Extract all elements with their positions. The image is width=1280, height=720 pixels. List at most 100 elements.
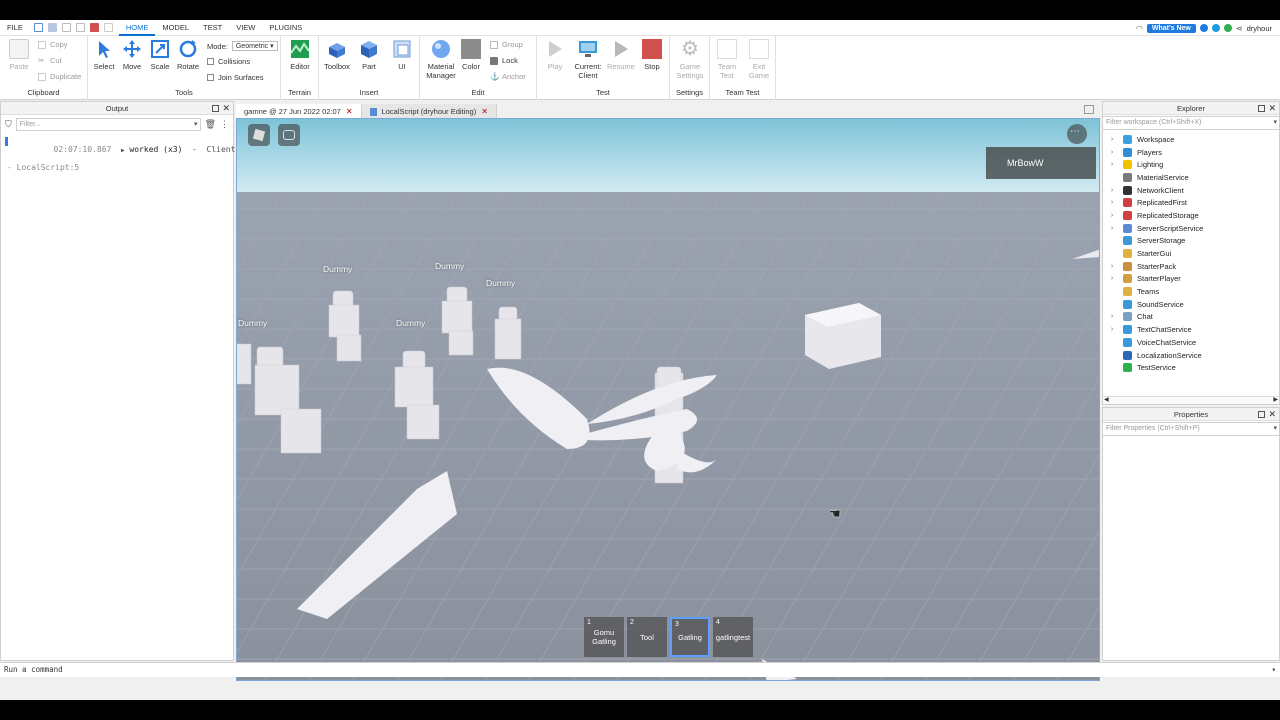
explorer-filter-input[interactable]: Filter workspace (Ctrl+Shift+X) ▾ bbox=[1103, 116, 1279, 130]
hotbar-slot-4[interactable]: 4 gatlingtest bbox=[713, 617, 753, 657]
expand-chevron-icon[interactable]: › bbox=[1107, 149, 1117, 156]
expand-chevron-icon[interactable]: › bbox=[1107, 326, 1117, 333]
expand-chevron-icon[interactable]: › bbox=[1107, 275, 1117, 282]
group-button[interactable]: Group bbox=[490, 40, 523, 49]
explorer-item-serverscriptservice[interactable]: › ServerScriptService bbox=[1103, 222, 1279, 235]
open-icon[interactable] bbox=[47, 23, 57, 32]
expand-chevron-icon[interactable]: › bbox=[1107, 263, 1117, 270]
rotate-button[interactable]: Rotate bbox=[173, 39, 203, 71]
lock-button[interactable]: Lock bbox=[490, 56, 518, 65]
close-tab-icon[interactable]: ✕ bbox=[481, 107, 488, 116]
explorer-item-voicechatservice[interactable]: VoiceChatService bbox=[1103, 336, 1279, 349]
move-button[interactable]: Move bbox=[117, 39, 147, 71]
explorer-item-lighting[interactable]: › Lighting bbox=[1103, 158, 1279, 171]
expand-chevron-icon[interactable]: › bbox=[1107, 212, 1117, 219]
output-filter-input[interactable]: Filter... ▾ bbox=[15, 118, 201, 131]
current-client-button[interactable]: Current: Client bbox=[571, 39, 605, 80]
more-menu-button[interactable]: ⋯ bbox=[1067, 124, 1087, 144]
properties-filter-input[interactable]: Filter Properties (Ctrl+Shift+P) ▾ bbox=[1103, 422, 1279, 436]
chat-button[interactable] bbox=[278, 124, 300, 146]
explorer-item-localizationservice[interactable]: LocalizationService bbox=[1103, 349, 1279, 362]
hotbar-slot-3[interactable]: 3 Gatling bbox=[670, 617, 710, 657]
exit-game-button[interactable]: Exit Game bbox=[744, 39, 774, 80]
copy-button[interactable]: Copy bbox=[38, 40, 68, 49]
trash-icon[interactable]: 🗑 bbox=[205, 119, 216, 130]
explorer-item-players[interactable]: › Players bbox=[1103, 146, 1279, 159]
scroll-left-icon[interactable]: ◀ bbox=[1104, 396, 1109, 403]
explorer-item-testservice[interactable]: TestService bbox=[1103, 361, 1279, 374]
whats-new-button[interactable]: What's New bbox=[1146, 23, 1196, 33]
hotbar-slot-1[interactable]: 1 Gomu Gatling bbox=[584, 617, 624, 657]
save-icon[interactable] bbox=[75, 23, 85, 32]
stop-square-icon[interactable] bbox=[89, 23, 99, 32]
explorer-item-replicatedfirst[interactable]: › ReplicatedFirst bbox=[1103, 196, 1279, 209]
resume-button[interactable]: Resume bbox=[606, 39, 636, 71]
explorer-item-chat[interactable]: › Chat bbox=[1103, 311, 1279, 324]
log-source[interactable]: - LocalScript:5 bbox=[1, 163, 233, 172]
explorer-item-textchatservice[interactable]: › TextChatService bbox=[1103, 323, 1279, 336]
maximize-viewport-icon[interactable] bbox=[1084, 105, 1094, 114]
close-tab-icon[interactable]: ✕ bbox=[346, 107, 353, 116]
status-icon[interactable] bbox=[1223, 24, 1232, 32]
expand-chevron-icon[interactable]: › bbox=[1107, 313, 1117, 320]
collisions-checkbox[interactable] bbox=[207, 58, 214, 65]
cloud-icon[interactable]: ◠ bbox=[1136, 24, 1143, 33]
explorer-item-soundservice[interactable]: SoundService bbox=[1103, 298, 1279, 311]
filter-icon[interactable]: ⛉ bbox=[5, 119, 12, 130]
tab-place[interactable]: gamne @ 27 Jun 2022 02:07 ✕ bbox=[236, 104, 362, 119]
expand-chevron-icon[interactable]: › bbox=[1107, 187, 1117, 194]
close-icon[interactable]: ✕ bbox=[1268, 408, 1276, 421]
paste-button[interactable]: Paste bbox=[4, 39, 34, 71]
duplicate-button[interactable]: Duplicate bbox=[38, 72, 81, 81]
join-surfaces-checkbox[interactable] bbox=[207, 74, 214, 81]
explorer-item-startergui[interactable]: StarterGui bbox=[1103, 247, 1279, 260]
undo-icon[interactable] bbox=[103, 23, 113, 32]
share-icon[interactable]: ⋖ bbox=[1236, 24, 1243, 33]
mode-select[interactable]: Geometric ▾ bbox=[231, 41, 278, 51]
file-menu[interactable]: FILE bbox=[0, 20, 30, 36]
hotbar-slot-2[interactable]: 2 Tool bbox=[627, 617, 667, 657]
undock-icon[interactable] bbox=[1258, 411, 1265, 418]
terrain-editor-button[interactable]: Editor bbox=[285, 39, 315, 71]
undock-icon[interactable] bbox=[212, 105, 219, 112]
expand-chevron-icon[interactable]: › bbox=[1107, 199, 1117, 206]
explorer-item-replicatedstorage[interactable]: › ReplicatedStorage bbox=[1103, 209, 1279, 222]
log-entry[interactable]: 02:07:10.867 ▶ worked (x3) - Client bbox=[1, 136, 236, 163]
explorer-item-materialservice[interactable]: MaterialService bbox=[1103, 171, 1279, 184]
explorer-item-teams[interactable]: Teams bbox=[1103, 285, 1279, 298]
player-list[interactable]: MrBowW bbox=[986, 147, 1096, 179]
color-button[interactable]: Color bbox=[456, 39, 486, 71]
stop-button[interactable]: Stop bbox=[637, 39, 667, 71]
team-test-button[interactable]: Team Test bbox=[712, 39, 742, 80]
more-options-icon[interactable]: ⋮ bbox=[220, 119, 229, 130]
expand-arrow-icon[interactable]: ▶ bbox=[121, 147, 125, 154]
tab-model[interactable]: MODEL bbox=[155, 20, 196, 36]
sync-icon[interactable] bbox=[1211, 24, 1220, 32]
tab-plugins[interactable]: PLUGINS bbox=[262, 20, 309, 36]
close-icon[interactable]: ✕ bbox=[1268, 102, 1276, 115]
expand-chevron-icon[interactable]: › bbox=[1107, 136, 1117, 143]
new-file-icon[interactable] bbox=[33, 23, 43, 32]
tab-home[interactable]: HOME bbox=[118, 20, 156, 36]
explorer-item-starterplayer[interactable]: › StarterPlayer bbox=[1103, 273, 1279, 286]
roblox-menu-button[interactable] bbox=[248, 124, 270, 146]
play-button[interactable]: Play bbox=[540, 39, 570, 71]
undock-icon[interactable] bbox=[1258, 105, 1265, 112]
toolbox-button[interactable]: Toolbox bbox=[322, 39, 352, 71]
scroll-right-icon[interactable]: ▶ bbox=[1273, 396, 1278, 403]
expand-chevron-icon[interactable]: › bbox=[1107, 225, 1117, 232]
cut-button[interactable]: ✂ Cut bbox=[38, 56, 62, 65]
explorer-item-workspace[interactable]: › Workspace bbox=[1103, 133, 1279, 146]
tab-localscript[interactable]: LocalScript (dryhour Editing) ✕ bbox=[361, 104, 497, 119]
select-button[interactable]: Select bbox=[89, 39, 119, 71]
ui-button[interactable]: UI bbox=[387, 39, 417, 71]
explorer-scrollbar[interactable]: ◀ ▶ bbox=[1103, 396, 1279, 404]
username-label[interactable]: dryhour bbox=[1247, 24, 1272, 33]
close-icon[interactable]: ✕ bbox=[222, 102, 230, 115]
tab-view[interactable]: VIEW bbox=[229, 20, 262, 36]
redo-icon[interactable] bbox=[61, 23, 71, 32]
expand-chevron-icon[interactable]: › bbox=[1107, 161, 1117, 168]
anchor-button[interactable]: ⚓ Anchor bbox=[490, 72, 526, 81]
game-settings-button[interactable]: ⚙ Game Settings bbox=[675, 39, 705, 80]
collisions-toggle[interactable]: Collisions bbox=[207, 57, 250, 66]
